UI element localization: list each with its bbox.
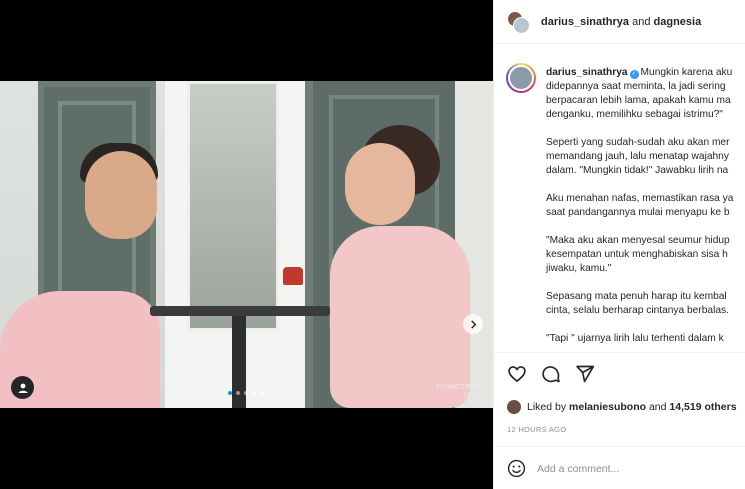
caption-line: Aku menahan nafas, memastikan rasa ya [546, 193, 734, 204]
header-username-2[interactable]: dagnesia [654, 16, 702, 28]
carousel-dot [252, 391, 256, 395]
likes-username[interactable]: melaniesubono [569, 401, 646, 413]
avatar [513, 16, 530, 34]
caption-line: denganku, memilihku sebagai istrimu?" [546, 109, 723, 120]
caption-line: dalam. "Mungkin tidak!" Jawabku lirih na [546, 165, 729, 176]
caption-line: berpacaran lebih lama, apakah kamu ma [546, 95, 731, 106]
caption-area: darius_sinathrya ✓ Mungkin karena aku dide… [494, 52, 745, 352]
caption-avatar[interactable] [506, 63, 536, 93]
photo-cake [283, 267, 303, 285]
post-header-usernames: darius_sinathrya and dagnesia [541, 16, 701, 28]
paper-plane-icon[interactable] [575, 364, 595, 384]
caption-username[interactable]: darius_sinathrya [546, 67, 628, 78]
post-side-panel: darius_sinathrya and dagnesia darius_sin… [493, 0, 745, 489]
post-media-area: FIXMOTRET 2021 [0, 0, 493, 489]
header-username-1[interactable]: darius_sinathrya [541, 16, 629, 28]
avatar[interactable] [507, 400, 521, 414]
photo-woman-head [345, 143, 415, 225]
caption-line: Seperti yang sudah-sudah aku akan mer [546, 137, 730, 148]
header-and: and [632, 15, 651, 28]
photo-table [150, 306, 330, 316]
caption-line: didepannya saat meminta, la jadi sering [546, 81, 726, 92]
caption-line: saat pandangannya mulai menyapu ke b [546, 207, 730, 218]
comment-icon[interactable] [541, 364, 561, 384]
caption-line: kesempatan untuk menghabiskan sisa h [546, 249, 728, 260]
photo-man-head [85, 151, 157, 239]
post-timestamp[interactable]: 12 HOURS AGO [507, 425, 566, 434]
heart-icon[interactable] [507, 364, 527, 384]
caption-line: cinta, selalu berharap cintanya berbalas… [546, 305, 729, 316]
user-tag-icon [18, 383, 27, 393]
caption-line: jiwaku, kamu." [546, 263, 612, 274]
smiley-icon[interactable] [507, 459, 526, 478]
carousel-next-button[interactable] [463, 314, 483, 334]
add-comment-bar [494, 446, 745, 489]
caption-text: darius_sinathrya ✓ Mungkin karena aku dide… [546, 66, 745, 346]
post-actions: Liked by melaniesubono and 14,519 others… [494, 352, 745, 489]
likes-and: and [648, 401, 667, 413]
chevron-right-icon [470, 319, 476, 329]
caption-line: memandang jauh, lalu menatap wajahny [546, 151, 729, 162]
likes-prefix: Liked by [527, 401, 567, 413]
caption-line: "Maka aku akan menyesal seumur hidup [546, 235, 730, 246]
verified-badge-icon: ✓ [629, 70, 639, 79]
likes-summary: Liked by melaniesubono and 14,519 others [507, 400, 737, 414]
comment-input[interactable] [537, 462, 737, 475]
carousel-dot [236, 391, 240, 395]
photo-woman-dress [330, 226, 470, 408]
action-icons [507, 364, 595, 384]
caption-line: Mungkin karena aku [640, 67, 733, 78]
likes-count-link[interactable]: 14,519 others [669, 401, 736, 413]
watermark-line2: 2021 [463, 392, 481, 399]
caption-line: Sepasang mata penuh harap itu kembal [546, 291, 727, 302]
post-header: darius_sinathrya and dagnesia [494, 0, 745, 44]
carousel-dots [228, 391, 264, 395]
caption-line: "Tapi " ujarnya lirih lalu terhenti dala… [546, 333, 724, 344]
user-tag-button[interactable] [11, 376, 34, 399]
carousel-dot [260, 391, 264, 395]
watermark-line1: FIXMOTRET [436, 384, 481, 391]
collab-avatars[interactable] [507, 10, 530, 34]
photo-watermark: FIXMOTRET 2021 [436, 384, 481, 400]
carousel-dot [244, 391, 248, 395]
carousel-dot [228, 391, 232, 395]
post-photo[interactable]: FIXMOTRET 2021 [0, 81, 493, 408]
